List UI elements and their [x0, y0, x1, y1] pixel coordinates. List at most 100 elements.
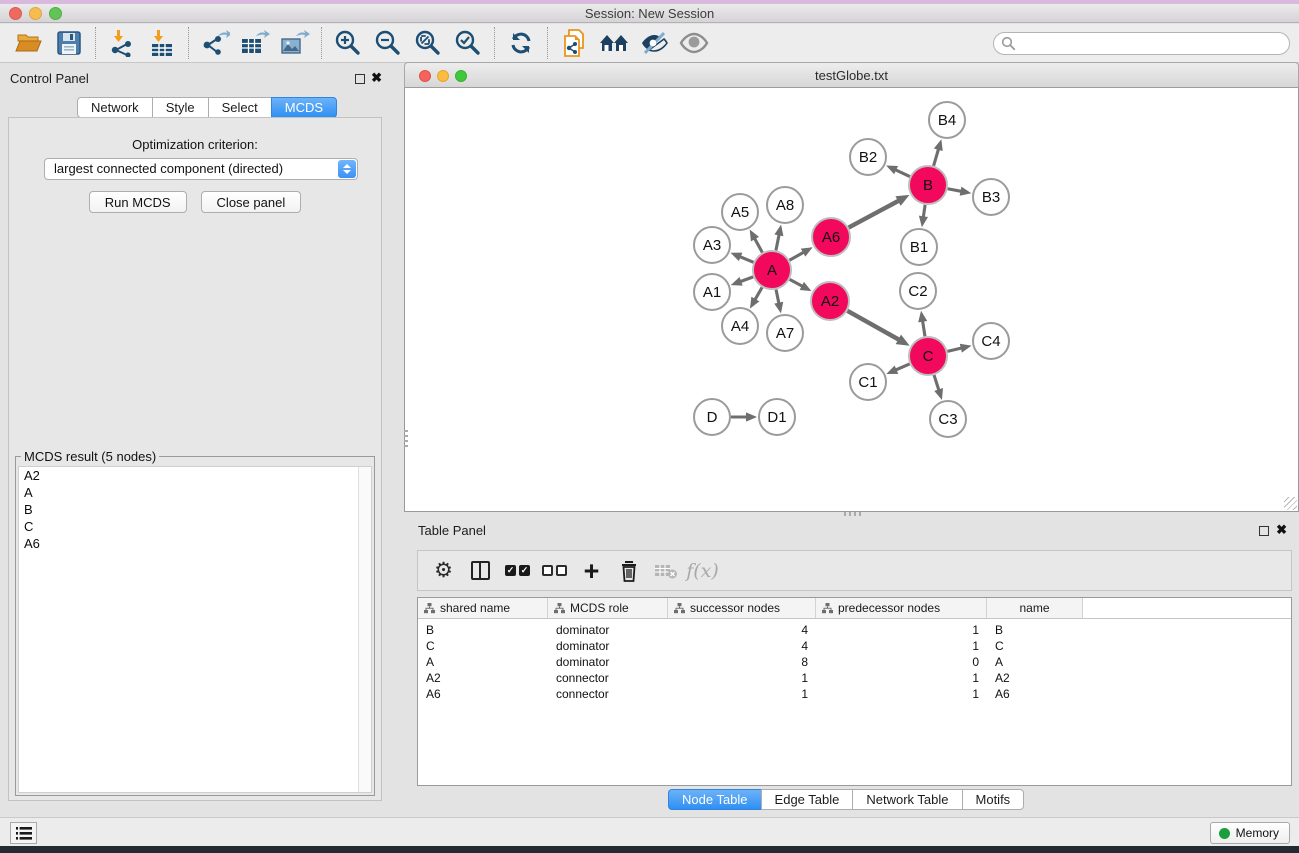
graph-edge[interactable] — [895, 364, 910, 371]
table-cell[interactable]: connector — [548, 687, 668, 701]
zoom-out-icon[interactable] — [371, 27, 405, 59]
deselect-all-columns-icon[interactable] — [538, 556, 571, 586]
graph-edge[interactable] — [847, 311, 900, 341]
tab-mcds[interactable]: MCDS — [271, 97, 337, 118]
network-window-titlebar[interactable]: testGlobe.txt — [404, 62, 1299, 88]
column-header-MCDS-role[interactable]: MCDS role — [548, 598, 668, 618]
open-file-icon[interactable] — [12, 27, 46, 59]
graph-edge[interactable] — [739, 277, 753, 282]
mcds-result-item[interactable]: C — [19, 518, 371, 535]
table-row[interactable]: A2connector11A2 — [418, 670, 1291, 686]
table-cell[interactable]: dominator — [548, 623, 668, 637]
zoom-in-icon[interactable] — [331, 27, 365, 59]
table-cell[interactable]: A — [418, 655, 548, 669]
table-settings-gear-icon[interactable]: ⚙ — [427, 556, 460, 586]
table-cell[interactable]: 1 — [816, 623, 987, 637]
graph-edge[interactable] — [739, 256, 754, 262]
refresh-icon[interactable] — [504, 27, 538, 59]
graph-edge[interactable] — [754, 237, 762, 252]
network-canvas[interactable]: B4B2BB3A8A5A6A3B1AC2A1A2A4A7C4CC1C3DD1 — [404, 88, 1299, 512]
column-header-predecessor-nodes[interactable]: predecessor nodes — [816, 598, 987, 618]
mcds-result-item[interactable]: B — [19, 501, 371, 518]
table-cell[interactable]: 1 — [816, 687, 987, 701]
table-cell[interactable]: 0 — [816, 655, 987, 669]
table-cell[interactable]: dominator — [548, 639, 668, 653]
table-row[interactable]: Bdominator41B — [418, 622, 1291, 638]
tab-select[interactable]: Select — [208, 97, 272, 118]
graph-edge[interactable] — [776, 233, 779, 250]
tab-network-table[interactable]: Network Table — [852, 789, 962, 810]
close-panel-button[interactable]: Close panel — [201, 191, 302, 213]
float-panel-icon[interactable] — [355, 74, 365, 84]
column-header-name[interactable]: name — [987, 598, 1083, 618]
table-cell[interactable]: 1 — [816, 639, 987, 653]
graph-edge[interactable] — [948, 189, 963, 192]
mcds-result-item[interactable]: A — [19, 484, 371, 501]
show-columns-icon[interactable] — [464, 556, 497, 586]
graph-edge[interactable] — [922, 320, 925, 337]
new-network-from-selection-icon[interactable] — [557, 27, 591, 59]
tab-network[interactable]: Network — [77, 97, 153, 118]
column-header-successor-nodes[interactable]: successor nodes — [668, 598, 816, 618]
vertical-splitter-handle[interactable] — [404, 430, 408, 448]
memory-button[interactable]: Memory — [1210, 822, 1290, 844]
table-cell[interactable]: 4 — [668, 623, 816, 637]
column-header-shared-name[interactable]: shared name — [418, 598, 548, 618]
table-row[interactable]: A6connector11A6 — [418, 686, 1291, 702]
tab-edge-table[interactable]: Edge Table — [761, 789, 854, 810]
graph-edge[interactable] — [934, 148, 939, 166]
search-field[interactable] — [993, 32, 1290, 55]
criterion-select[interactable]: largest connected component (directed) — [44, 158, 358, 180]
tab-style[interactable]: Style — [152, 97, 209, 118]
search-input[interactable] — [1020, 35, 1289, 53]
save-session-icon[interactable] — [52, 27, 86, 59]
graph-edge[interactable] — [790, 279, 804, 286]
import-network-icon[interactable] — [105, 27, 139, 59]
tab-node-table[interactable]: Node Table — [668, 789, 762, 810]
graph-edge[interactable] — [849, 200, 900, 227]
mcds-result-list[interactable]: A2ABCA6 — [18, 466, 372, 793]
resize-grip-icon[interactable] — [1284, 497, 1297, 510]
table-cell[interactable]: connector — [548, 671, 668, 685]
delete-column-icon[interactable] — [612, 556, 645, 586]
close-panel-icon[interactable]: ✖ — [371, 70, 382, 86]
table-cell[interactable]: A2 — [987, 671, 1083, 685]
mcds-result-item[interactable]: A6 — [19, 535, 371, 552]
table-cell[interactable]: 1 — [668, 671, 816, 685]
table-cell[interactable]: 1 — [816, 671, 987, 685]
table-cell[interactable]: dominator — [548, 655, 668, 669]
close-panel-icon[interactable]: ✖ — [1276, 522, 1287, 538]
table-cell[interactable]: A6 — [987, 687, 1083, 701]
zoom-selected-icon[interactable] — [451, 27, 485, 59]
cybrowser-home-icon[interactable] — [597, 27, 631, 59]
graph-edge[interactable] — [754, 287, 762, 300]
float-panel-icon[interactable] — [1259, 526, 1269, 536]
show-graphics-details-icon[interactable] — [677, 27, 711, 59]
table-cell[interactable]: A — [987, 655, 1083, 669]
table-cell[interactable]: 1 — [668, 687, 816, 701]
table-cell[interactable]: C — [987, 639, 1083, 653]
task-history-button[interactable] — [10, 822, 37, 844]
hide-annotations-icon[interactable] — [637, 27, 671, 59]
table-cell[interactable]: A6 — [418, 687, 548, 701]
table-cell[interactable]: 8 — [668, 655, 816, 669]
export-table-icon[interactable] — [238, 27, 272, 59]
graph-edge[interactable] — [947, 348, 962, 352]
table-cell[interactable]: B — [418, 623, 548, 637]
mcds-result-item[interactable]: A2 — [19, 467, 371, 484]
table-row[interactable]: Adominator80A — [418, 654, 1291, 670]
import-table-icon[interactable] — [145, 27, 179, 59]
graph-edge[interactable] — [923, 205, 925, 219]
graph-edge[interactable] — [894, 169, 910, 176]
table-cell[interactable]: C — [418, 639, 548, 653]
graph-edge[interactable] — [789, 252, 804, 261]
delete-table-icon[interactable] — [649, 556, 682, 586]
table-cell[interactable]: B — [987, 623, 1083, 637]
run-mcds-button[interactable]: Run MCDS — [89, 191, 187, 213]
graph-edge[interactable] — [776, 290, 779, 305]
add-column-icon[interactable]: + — [575, 556, 608, 586]
scrollbar-track[interactable] — [358, 467, 371, 792]
export-network-icon[interactable] — [198, 27, 232, 59]
export-image-icon[interactable] — [278, 27, 312, 59]
function-builder-icon[interactable]: f(x) — [686, 556, 719, 586]
